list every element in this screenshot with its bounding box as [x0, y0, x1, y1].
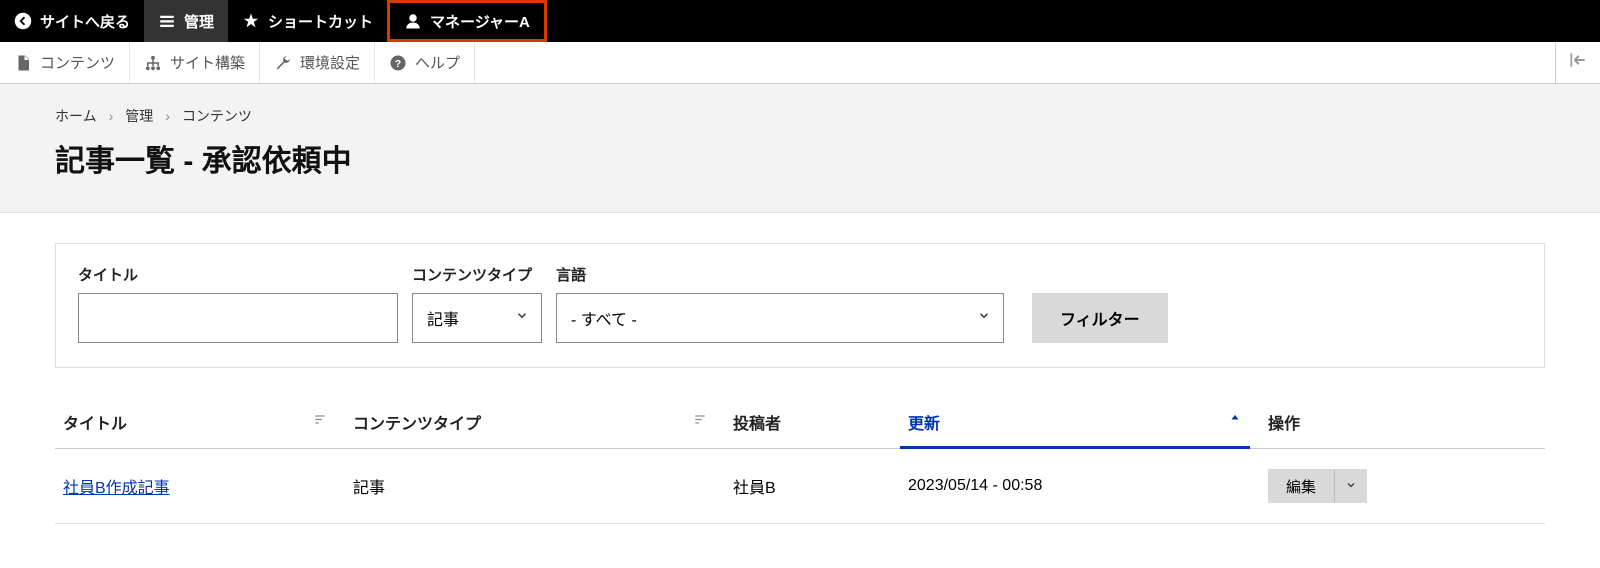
sort-icon: [693, 413, 707, 432]
shortcut-button[interactable]: ショートカット: [228, 0, 387, 42]
content-tab[interactable]: コンテンツ: [0, 42, 130, 83]
structure-tab-label: サイト構築: [170, 52, 245, 73]
filter-box: タイトル コンテンツタイプ 記事 言語 - すべて - フィルター: [55, 243, 1545, 368]
chevron-down-icon: [1345, 479, 1357, 494]
breadcrumb-separator: ›: [165, 108, 170, 124]
row-updated: 2023/05/14 - 00:58: [900, 449, 1260, 524]
shortcut-label: ショートカット: [268, 11, 373, 32]
row-title-link[interactable]: 社員B作成記事: [63, 480, 170, 497]
breadcrumb-home[interactable]: ホーム: [55, 106, 97, 126]
page-title: 記事一覧 - 承認依頼中: [55, 136, 1545, 180]
filter-submit-button[interactable]: フィルター: [1032, 293, 1168, 343]
filter-lang-select[interactable]: - すべて -: [556, 293, 1004, 343]
table-header-type[interactable]: コンテンツタイプ: [345, 396, 725, 449]
breadcrumb-content[interactable]: コンテンツ: [182, 106, 252, 126]
user-menu-button[interactable]: マネージャーA: [387, 0, 547, 42]
back-arrow-icon: [14, 12, 32, 30]
filter-lang-field: 言語 - すべて -: [556, 264, 1004, 343]
collapse-toolbar-button[interactable]: [1555, 42, 1600, 83]
action-dropdown-toggle[interactable]: [1334, 469, 1367, 503]
back-to-site-button[interactable]: サイトへ戻る: [0, 0, 144, 42]
main-content: タイトル コンテンツタイプ 記事 言語 - すべて - フィルター: [0, 213, 1600, 554]
table-header-author[interactable]: 投稿者: [725, 396, 900, 449]
filter-title-label: タイトル: [78, 264, 398, 285]
settings-tab[interactable]: 環境設定: [260, 42, 375, 83]
table-header-title[interactable]: タイトル: [55, 396, 345, 449]
filter-type-select[interactable]: 記事: [412, 293, 542, 343]
chevron-down-icon: [977, 309, 991, 328]
filter-lang-value: - すべて -: [571, 306, 637, 330]
chevron-down-icon: [515, 309, 529, 328]
edit-button[interactable]: 編集: [1268, 469, 1334, 503]
back-to-site-label: サイトへ戻る: [40, 11, 130, 32]
content-table: タイトル コンテンツタイプ 投稿者 更新: [55, 396, 1545, 524]
filter-lang-label: 言語: [556, 264, 1004, 285]
table-row: 社員B作成記事 記事 社員B 2023/05/14 - 00:58 編集: [55, 449, 1545, 524]
wrench-icon: [274, 54, 292, 72]
row-author: 社員B: [725, 449, 900, 524]
settings-tab-label: 環境設定: [300, 52, 360, 73]
row-type: 記事: [345, 449, 725, 524]
hamburger-icon: [158, 12, 176, 30]
row-action-dropdown: 編集: [1268, 469, 1367, 503]
sort-icon: [313, 413, 327, 432]
star-icon: [242, 12, 260, 30]
document-icon: [14, 54, 32, 72]
svg-text:?: ?: [395, 57, 401, 69]
filter-type-label: コンテンツタイプ: [412, 264, 542, 285]
table-header-updated[interactable]: 更新: [900, 396, 1260, 449]
help-icon: ?: [389, 54, 407, 72]
table-header-actions: 操作: [1260, 396, 1545, 449]
secondary-toolbar: コンテンツ サイト構築 環境設定 ? ヘルプ: [0, 42, 1600, 84]
structure-tab[interactable]: サイト構築: [130, 42, 260, 83]
breadcrumb-admin[interactable]: 管理: [125, 106, 153, 126]
admin-button[interactable]: 管理: [144, 0, 228, 42]
filter-type-field: コンテンツタイプ 記事: [412, 264, 542, 343]
help-tab-label: ヘルプ: [415, 52, 460, 73]
breadcrumb-separator: ›: [109, 108, 114, 124]
page-header: ホーム › 管理 › コンテンツ 記事一覧 - 承認依頼中: [0, 84, 1600, 213]
user-label: マネージャーA: [430, 11, 530, 32]
collapse-icon: [1568, 50, 1588, 75]
content-tab-label: コンテンツ: [40, 52, 115, 73]
help-tab[interactable]: ? ヘルプ: [375, 42, 475, 83]
filter-title-field: タイトル: [78, 264, 398, 343]
user-icon: [404, 12, 422, 30]
sort-ascending-icon: [1228, 413, 1242, 432]
sort-active-indicator: [900, 446, 1250, 449]
admin-label: 管理: [184, 11, 214, 32]
breadcrumb: ホーム › 管理 › コンテンツ: [55, 106, 1545, 126]
filter-type-value: 記事: [427, 306, 459, 330]
sitemap-icon: [144, 54, 162, 72]
filter-title-input[interactable]: [78, 293, 398, 343]
top-toolbar: サイトへ戻る 管理 ショートカット マネージャーA: [0, 0, 1600, 42]
